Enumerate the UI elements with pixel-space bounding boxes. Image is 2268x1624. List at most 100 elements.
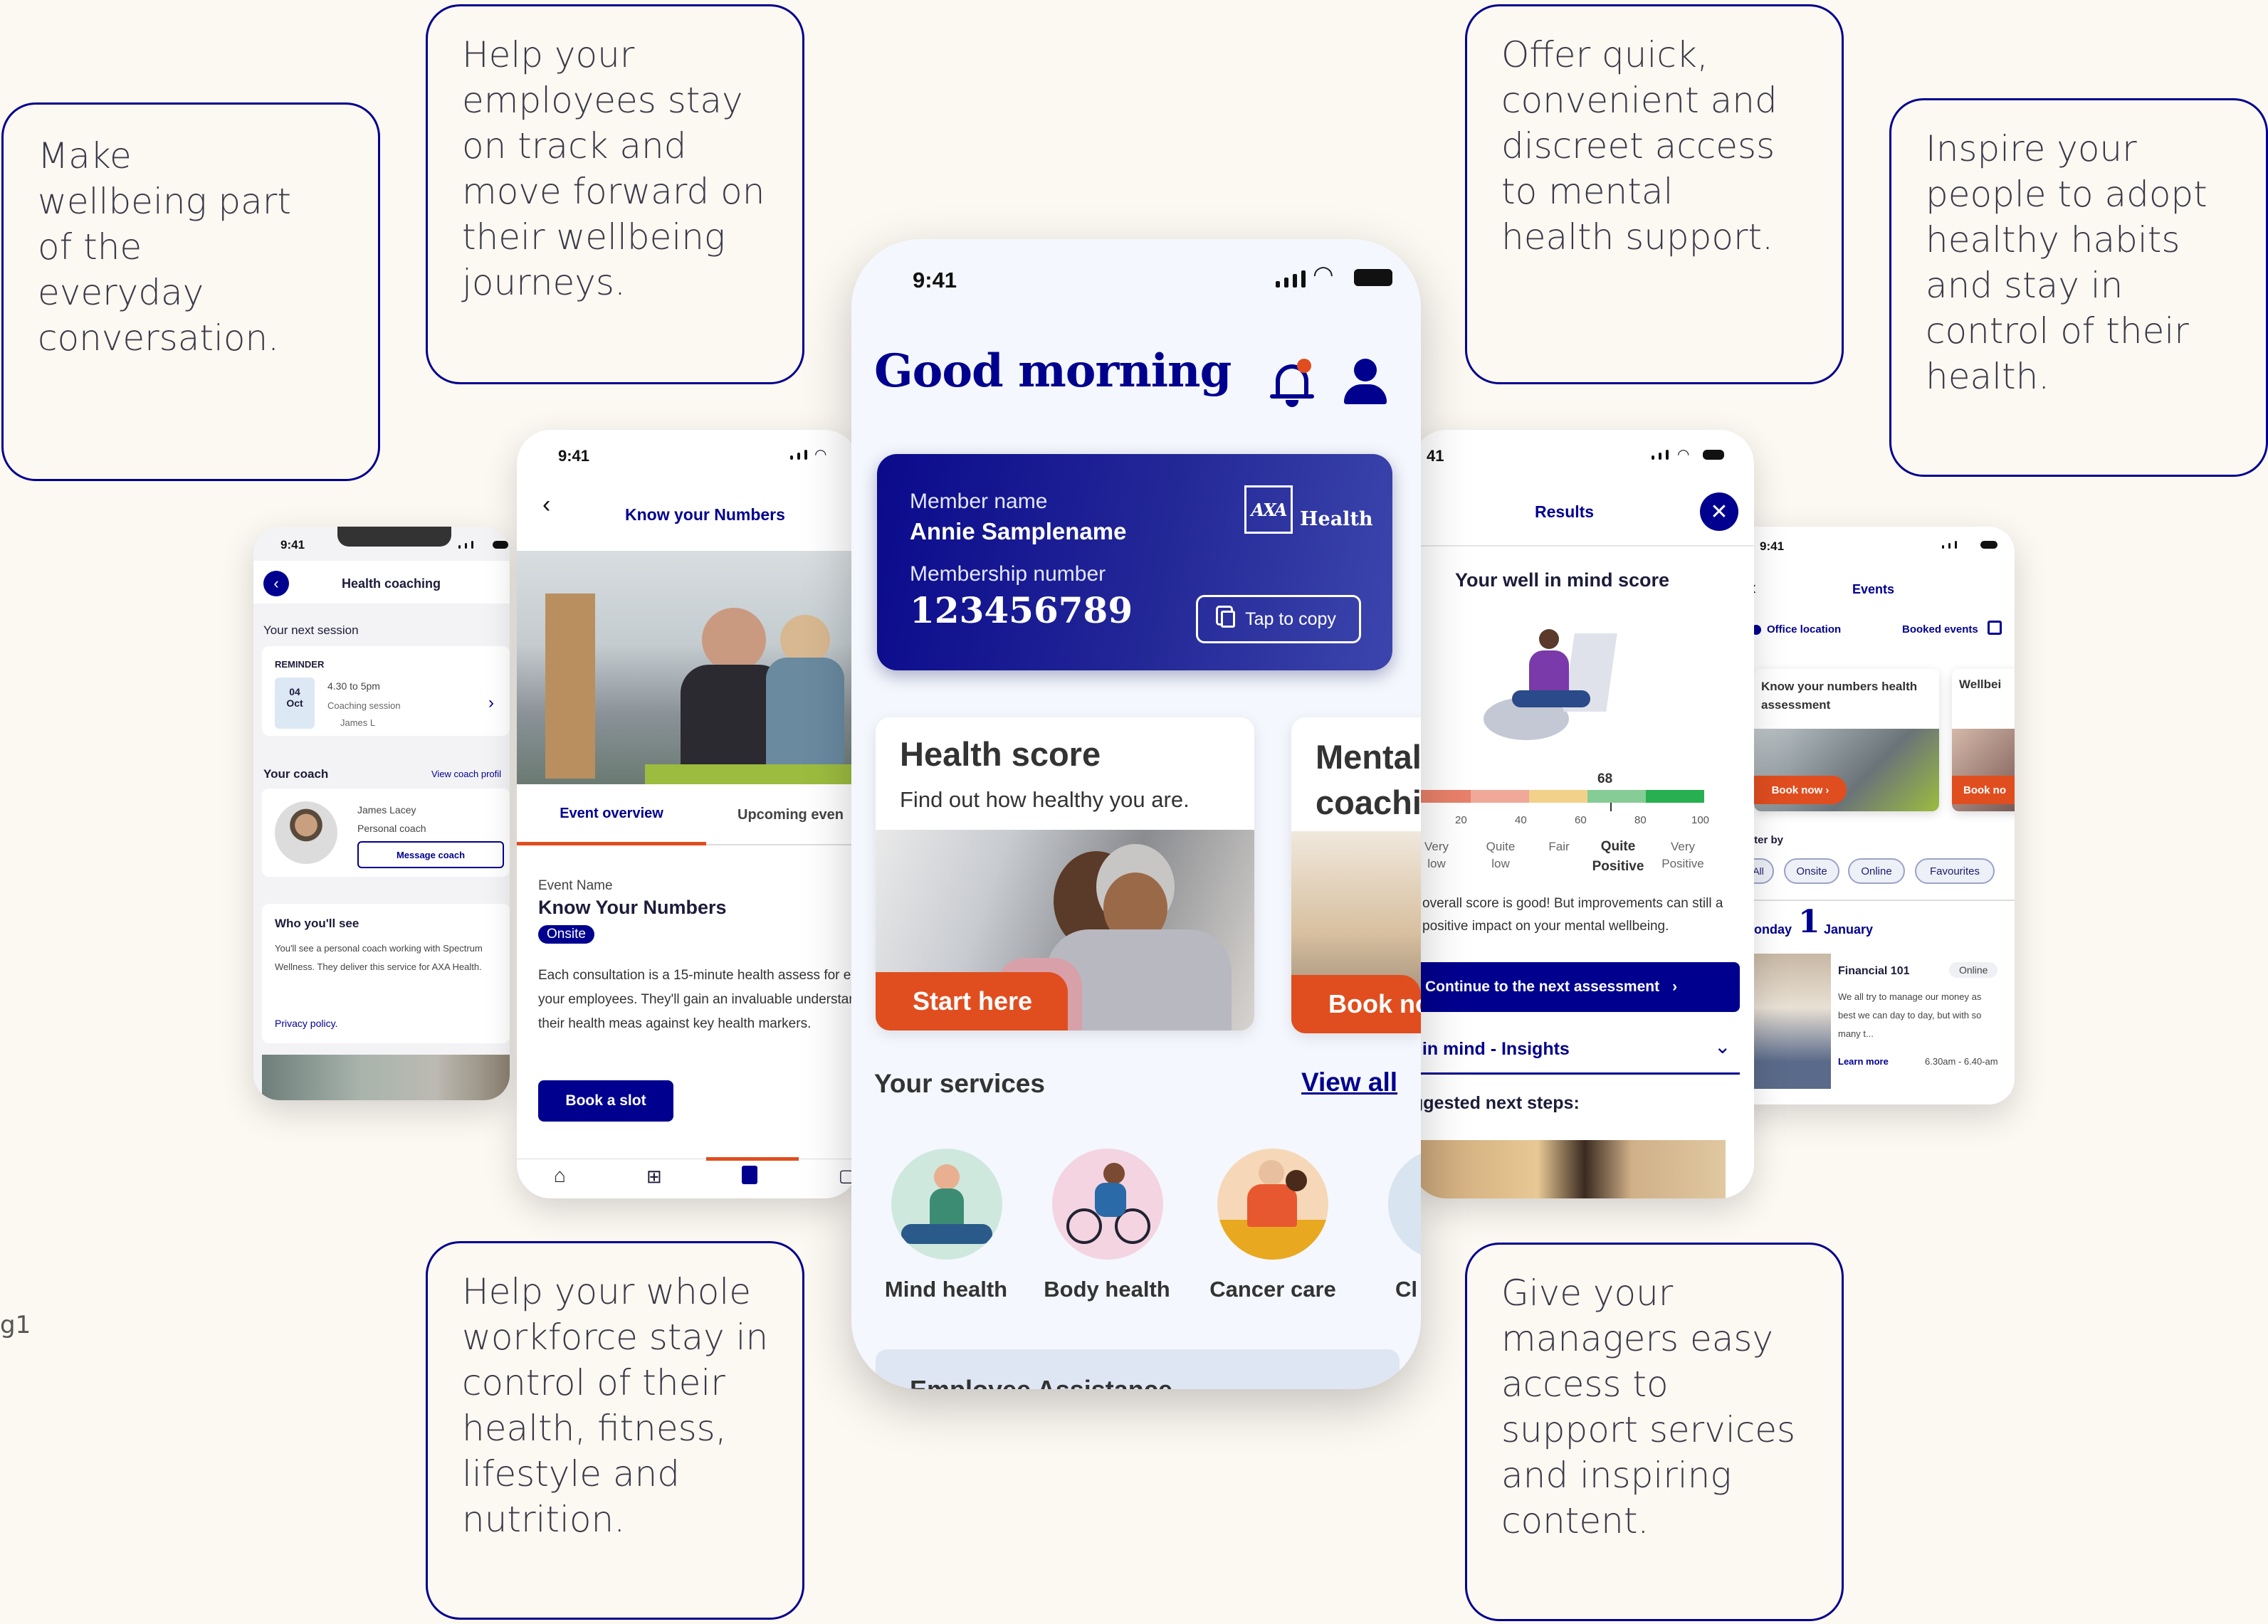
date-day: 1 — [1798, 904, 1820, 940]
service-cancer-care[interactable]: Cancer care — [1202, 1149, 1344, 1312]
date-weekday: onday — [1754, 922, 1792, 937]
callout-text: Give your managers easy access to suppor… — [1501, 1272, 1796, 1541]
phone-results: 41 ◠ Results ✕ Your well in mind score 6… — [1412, 430, 1754, 1198]
footnote-marker: g1 — [0, 1311, 31, 1339]
tab-upcoming-events[interactable]: Upcoming even — [706, 786, 859, 845]
membership-number: 123456789 — [910, 589, 1133, 631]
filter-label-text: Online — [1861, 865, 1892, 877]
callout-text: Help your whole workforce stay in contro… — [462, 1271, 769, 1540]
status-time: 9:41 — [280, 538, 305, 552]
event-name-label: Event Name — [538, 878, 613, 893]
start-here-button[interactable]: Start here — [876, 972, 1068, 1030]
card-title: Wellbei — [1959, 677, 2002, 691]
tab-label: Upcoming even — [737, 806, 844, 823]
event-photo — [1754, 954, 1831, 1089]
privacy-link[interactable]: Privacy policy. — [275, 1018, 337, 1029]
score-bar — [1412, 790, 1704, 803]
back-button[interactable]: ‹ — [542, 491, 550, 519]
member-label: Member name — [910, 490, 1048, 513]
home-icon[interactable]: ⌂ — [554, 1164, 566, 1187]
page-title: Events — [1852, 582, 1895, 596]
phone-main-home: 9:41 ◠ Good morning Member name Annie Sa… — [851, 239, 1421, 1389]
signal-icon — [1276, 270, 1306, 288]
callout-managers-access: Give your managers easy access to suppor… — [1465, 1243, 1844, 1621]
battery-icon — [1354, 269, 1392, 286]
calendar-icon — [1988, 621, 2002, 635]
filter-onsite[interactable]: Onsite — [1784, 858, 1839, 884]
camera-notch — [337, 527, 451, 547]
battery-icon — [1703, 450, 1724, 460]
user-icon[interactable] — [1343, 359, 1388, 406]
tab-event-overview[interactable]: Event overview — [517, 786, 706, 845]
button-label: Book now — [1771, 784, 1823, 796]
axa-logo: AXA — [1244, 485, 1293, 534]
card-subtitle: Find out how healthy you are. — [900, 787, 1190, 812]
office-location-link[interactable]: Office location — [1767, 623, 1841, 636]
view-all-link[interactable]: View all — [1301, 1067, 1397, 1097]
meditation-illustration — [1484, 619, 1626, 747]
filter-favourites[interactable]: Favourites — [1915, 858, 1995, 884]
callout-healthy-habits: Inspire your people to adopt healthy hab… — [1889, 98, 2268, 477]
tick-label: 60 — [1575, 814, 1587, 826]
event-card[interactable]: Know your numbers health assessment Book… — [1754, 669, 1939, 811]
service-body-health[interactable]: Body health — [1041, 1149, 1173, 1312]
card-title: Health score — [900, 735, 1101, 773]
event-name: Know Your Numbers — [538, 897, 727, 918]
status-time: 9:41 — [558, 447, 590, 465]
message-coach-button[interactable]: Message coach — [357, 841, 504, 868]
insights-accordion[interactable]: l in mind - Insights ⌄ — [1412, 1032, 1740, 1075]
bottom-nav — [517, 1159, 859, 1198]
band-label: Quite low — [1486, 840, 1516, 870]
filter-label-text: Favourites — [1929, 865, 1980, 877]
signal-icon — [790, 450, 807, 460]
onsite-badge: Onsite — [538, 925, 594, 944]
book-now-button[interactable]: Book now › — [1754, 776, 1847, 804]
close-button[interactable]: ✕ — [1700, 492, 1738, 531]
callout-text: Help your employees stay on track and mo… — [462, 34, 765, 303]
book-now-button[interactable]: Book no — [1952, 776, 2015, 804]
avatar — [275, 801, 337, 864]
grid-icon[interactable]: ⊞ — [646, 1166, 662, 1188]
services-heading: Your services — [874, 1069, 1045, 1098]
view-coach-profile-link[interactable]: View coach profil — [431, 769, 501, 779]
wifi-icon: ◠ — [1677, 447, 1690, 463]
filter-label: lter by — [1751, 834, 1784, 846]
book-now-button[interactable]: Book no — [1291, 975, 1421, 1033]
service-label: Cl — [1395, 1277, 1417, 1302]
service-icon — [1388, 1149, 1421, 1260]
bookmark-icon[interactable] — [742, 1166, 757, 1184]
care-icon — [1217, 1149, 1328, 1260]
learn-more-link[interactable]: Learn more — [1838, 1056, 1889, 1067]
card-title-line: coachi — [1316, 784, 1421, 821]
coach-photo — [262, 1055, 510, 1100]
copy-icon — [1221, 611, 1236, 628]
service-partial[interactable]: Cl — [1378, 1149, 1421, 1312]
service-label: Mind health — [884, 1277, 1008, 1302]
session-card[interactable]: REMINDER 04 Oct 4.30 to 5pm Coaching sess… — [262, 646, 510, 736]
axa-logo-text: AXA — [1251, 499, 1287, 520]
book-slot-button[interactable]: Book a slot — [538, 1080, 673, 1122]
callout-wellbeing-journeys: Help your employees stay on track and mo… — [426, 4, 804, 384]
employee-assistance-card[interactable]: Employee Assistance — [876, 1349, 1400, 1389]
event-text: We all try to manage our money as best w… — [1838, 991, 1982, 1039]
tick-label: 100 — [1691, 814, 1710, 826]
filter-online[interactable]: Online — [1848, 858, 1905, 884]
service-mind-health[interactable]: Mind health — [880, 1149, 1012, 1312]
health-score-card[interactable]: Health score Find out how healthy you ar… — [876, 717, 1254, 1030]
tab-label: Event overview — [560, 806, 663, 821]
event-card[interactable]: Wellbei Book no — [1952, 669, 2015, 811]
mental-coaching-card[interactable]: Mental coachi Book no — [1291, 717, 1421, 1033]
card-title: Know your numbers health assessment — [1761, 680, 1918, 712]
band-label: Fair — [1548, 840, 1570, 853]
continue-assessment-button[interactable]: Continue to the next assessment › — [1412, 962, 1740, 1012]
band-label: Very low — [1424, 840, 1449, 870]
session-time: 4.30 to 5pm — [327, 680, 380, 692]
tap-to-copy-button[interactable]: Tap to copy — [1196, 595, 1361, 643]
signal-icon — [1942, 541, 1957, 549]
score-title: Your well in mind score — [1455, 569, 1670, 591]
date-month: Oct — [286, 697, 303, 709]
phone-events: 9:41 ‹ Events Office location Booked eve… — [1717, 527, 2015, 1104]
back-button[interactable]: ‹ — [263, 571, 289, 596]
bell-icon[interactable] — [1269, 359, 1316, 408]
booked-events-link[interactable]: Booked events — [1902, 623, 1978, 636]
